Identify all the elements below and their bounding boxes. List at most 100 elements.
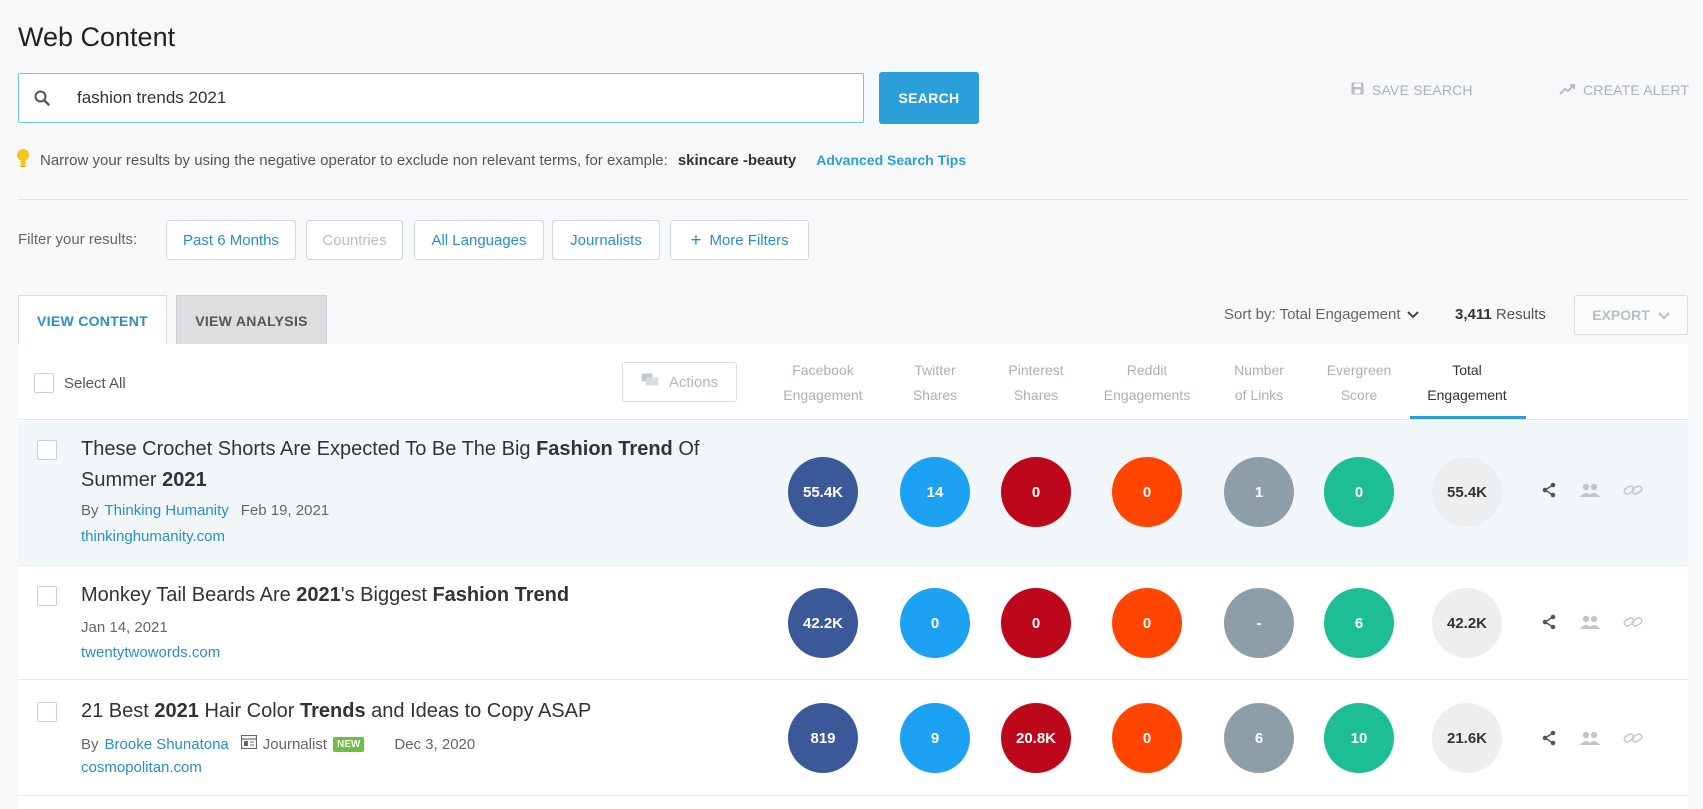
tab-label: VIEW ANALYSIS (195, 312, 308, 329)
facebook-engagement-metric: 819 (788, 703, 858, 773)
create-alert-label: CREATE ALERT (1583, 82, 1690, 98)
evergreen-score-metric: 0 (1324, 457, 1394, 527)
article-meta: By Thinking Humanity Feb 19, 2021 (81, 502, 329, 519)
article-meta: Jan 14, 2021 (81, 619, 168, 636)
tab-view-analysis[interactable]: VIEW ANALYSIS (176, 295, 327, 345)
save-search-button[interactable]: SAVE SEARCH (1351, 82, 1473, 98)
link-icon[interactable] (1623, 483, 1643, 502)
total-engagement-metric: 55.4K (1432, 457, 1502, 527)
sort-dropdown[interactable]: Sort by: Total Engagement (1224, 306, 1419, 323)
link-icon[interactable] (1623, 731, 1643, 750)
pinterest-shares-metric: 0 (1001, 457, 1071, 527)
facebook-engagement-metric: 55.4K (788, 457, 858, 527)
col-evergreen-score[interactable]: Evergreen Score (1299, 358, 1419, 408)
title-part: Hair Color (198, 700, 301, 722)
col-line1: Total (1452, 362, 1482, 378)
share-icon[interactable] (1541, 730, 1557, 751)
users-icon[interactable] (1579, 614, 1601, 635)
col-total-engagement[interactable]: Total Engagement (1407, 358, 1527, 408)
total-engagement-metric: 42.2K (1432, 588, 1502, 658)
filter-past-6-months[interactable]: Past 6 Months (166, 220, 296, 260)
results-label: Results (1495, 306, 1546, 323)
number-of-links-metric: - (1224, 588, 1294, 658)
row-checkbox[interactable] (37, 702, 57, 722)
filter-chip-label: Journalists (570, 231, 642, 249)
article-title-link[interactable]: These Crochet Shorts Are Expected To Be … (81, 434, 741, 496)
tab-view-content[interactable]: VIEW CONTENT (18, 295, 167, 346)
col-line2: Engagements (1103, 387, 1191, 403)
save-search-label: SAVE SEARCH (1372, 82, 1473, 98)
title-highlight: Fashion Trend (536, 438, 673, 460)
filter-label: Filter your results: (18, 231, 138, 248)
title-part: Summer (81, 469, 163, 491)
share-icon[interactable] (1541, 614, 1557, 635)
share-icon[interactable] (1541, 482, 1557, 503)
link-icon[interactable] (1623, 615, 1643, 634)
col-line2: Engagement (783, 387, 863, 403)
by-label: By (81, 502, 99, 519)
plus-icon: + (690, 229, 702, 251)
article-domain-link[interactable]: twentytwowords.com (81, 644, 220, 661)
filter-chip-label: Past 6 Months (183, 231, 279, 249)
page-title: Web Content (18, 22, 176, 52)
title-highlight: Fashion Trend (432, 584, 570, 606)
save-icon (1351, 82, 1364, 98)
chevron-down-icon (1406, 306, 1419, 323)
title-part: 21 Best (81, 700, 155, 722)
actions-button[interactable]: Actions (622, 362, 737, 402)
reddit-engagements-metric: 0 (1112, 588, 1182, 658)
journalist-card-icon (240, 734, 257, 753)
article-domain-link[interactable]: thinkinghumanity.com (81, 528, 225, 545)
row-checkbox[interactable] (37, 586, 57, 606)
col-line1: Reddit (1126, 362, 1168, 378)
export-label: EXPORT (1592, 307, 1650, 323)
title-highlight: 2021 (296, 584, 341, 606)
by-label: By (81, 735, 99, 753)
author-link[interactable]: Brooke Shunatona (105, 736, 229, 753)
filter-journalists[interactable]: Journalists (552, 220, 660, 260)
row-checkbox[interactable] (37, 440, 57, 460)
col-line1: Pinterest (1008, 362, 1064, 378)
number-of-links-metric: 1 (1224, 457, 1294, 527)
row-actions (1541, 482, 1643, 503)
author-link[interactable]: Thinking Humanity (105, 502, 229, 519)
create-alert-button[interactable]: CREATE ALERT (1559, 82, 1689, 98)
select-all-checkbox[interactable] (34, 373, 54, 393)
title-part: and Ideas to Copy ASAP (365, 700, 592, 722)
search-button[interactable]: SEARCH (879, 72, 979, 124)
article-domain-link[interactable]: cosmopolitan.com (81, 759, 202, 776)
more-filters-button[interactable]: + More Filters (670, 220, 809, 260)
export-button[interactable]: EXPORT (1574, 295, 1688, 335)
col-line1: Evergreen (1326, 362, 1392, 378)
chevron-down-icon (1658, 307, 1670, 323)
article-title-link[interactable]: 21 Best 2021 Hair Color Trends and Ideas… (81, 696, 741, 727)
col-facebook-engagement[interactable]: Facebook Engagement (763, 358, 883, 408)
select-all[interactable]: Select All (34, 373, 126, 393)
total-engagement-metric: 21.6K (1432, 703, 1502, 773)
divider (18, 199, 1688, 200)
actions-label: Actions (668, 373, 719, 391)
article-title-link[interactable]: Monkey Tail Beards Are 2021's Biggest Fa… (81, 580, 741, 611)
search-box[interactable] (18, 73, 864, 123)
row-actions (1541, 730, 1643, 751)
users-icon[interactable] (1579, 730, 1601, 751)
evergreen-score-metric: 6 (1324, 588, 1394, 658)
title-part: These Crochet Shorts Are Expected To Be … (81, 438, 537, 460)
advanced-search-tips-link[interactable]: Advanced Search Tips (816, 152, 966, 168)
tip-example: skincare -beauty (677, 151, 797, 169)
search-input[interactable] (65, 78, 825, 118)
col-reddit-engagements[interactable]: Reddit Engagements (1087, 358, 1207, 408)
select-all-label: Select All (64, 374, 126, 392)
twitter-shares-metric: 0 (900, 588, 970, 658)
col-line1: Facebook (792, 362, 854, 378)
title-part: Of (672, 438, 700, 460)
users-icon[interactable] (1579, 482, 1601, 503)
col-pinterest-shares[interactable]: Pinterest Shares (976, 358, 1096, 408)
filter-countries[interactable]: Countries (306, 220, 403, 260)
col-line2: Score (1340, 387, 1378, 403)
article-date: Jan 14, 2021 (81, 619, 168, 636)
twitter-shares-metric: 9 (900, 703, 970, 773)
filter-chip-label: Countries (322, 231, 387, 249)
col-line2: Shares (1013, 387, 1059, 403)
filter-all-languages[interactable]: All Languages (414, 220, 544, 260)
